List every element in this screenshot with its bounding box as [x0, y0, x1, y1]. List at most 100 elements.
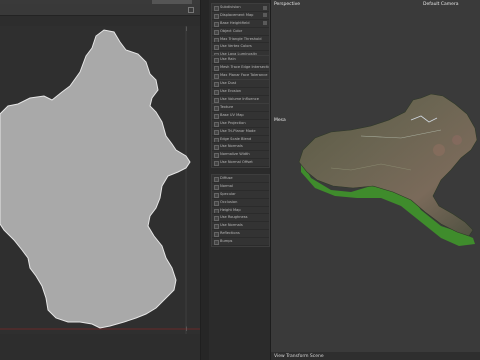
property-label: Use Tri-Planar Mode [220, 128, 256, 133]
property-label: Use Roughness [220, 215, 248, 220]
property-row[interactable]: Diffuse [212, 175, 269, 183]
property-row[interactable]: Occlusion [212, 199, 269, 207]
property-label: Occlusion [220, 199, 238, 204]
property-row[interactable]: Height Map [212, 207, 269, 215]
maximize-icon[interactable] [188, 7, 194, 13]
map-editor-header [0, 4, 200, 16]
property-row[interactable]: Normalize Width [212, 151, 269, 160]
checkbox-icon[interactable] [214, 184, 219, 190]
property-label: Diffuse [220, 176, 233, 180]
toggle-icon[interactable] [263, 13, 267, 18]
property-row[interactable]: Use Dust [212, 80, 269, 88]
region-shape[interactable] [0, 29, 191, 329]
property-row[interactable]: Use Normals [212, 222, 269, 231]
property-group-4: Texture Base UV Map Use Projection Use Tri-… [211, 103, 270, 169]
checkbox-icon[interactable] [214, 106, 219, 111]
property-label: Height Map [220, 207, 241, 212]
property-row[interactable]: Use Roughness [212, 214, 269, 223]
property-label: Texture [220, 105, 234, 109]
property-label: Base UV Map [220, 112, 244, 117]
property-row[interactable]: Edge Scale Blend [212, 136, 269, 144]
property-group-5: Diffuse Normal Specular Occlusion Height Map… [211, 174, 270, 248]
property-row[interactable]: Use Vertex Colors [212, 43, 269, 52]
property-label: Mesh Trace Edge Intersections [220, 64, 269, 69]
property-group-2: Use Rain Mesh Trace Edge Intersections Max… [211, 55, 270, 81]
checkbox-icon[interactable] [214, 58, 219, 63]
toggle-icon[interactable] [263, 21, 267, 26]
3d-viewport[interactable]: Perspective Default Camera Mesa View Tra… [271, 0, 480, 360]
ruler-marker-bottom: | [186, 326, 187, 331]
property-row[interactable]: Use Normal Offset [212, 159, 269, 168]
checkbox-icon[interactable] [214, 113, 219, 119]
property-row[interactable]: Displacement Map [212, 12, 269, 20]
checkbox-icon[interactable] [214, 177, 219, 182]
map-canvas[interactable]: | | [0, 26, 200, 334]
property-label: Object Color [220, 28, 243, 33]
checkbox-icon[interactable] [214, 45, 219, 51]
checkbox-icon[interactable] [214, 232, 219, 238]
checkbox-icon[interactable] [214, 224, 219, 230]
property-row[interactable]: Texture [212, 104, 269, 112]
checkbox-icon[interactable] [214, 82, 219, 87]
property-row[interactable]: Reflections [212, 230, 269, 239]
property-label: Use Normals [220, 223, 243, 228]
checkbox-icon[interactable] [214, 89, 219, 95]
property-label: Bumps [220, 239, 233, 244]
property-label: Use Vertex Colors [220, 44, 252, 49]
checkbox-icon[interactable] [214, 65, 219, 71]
property-row[interactable]: Max Triangle Threshold [212, 36, 269, 44]
checkbox-icon[interactable] [214, 21, 219, 27]
property-label: Use Rain [220, 57, 236, 61]
property-label: Use Volume Influence [220, 96, 259, 101]
property-label: Reflections [220, 231, 240, 236]
property-row[interactable]: Use Normals [212, 143, 269, 152]
ruler-marker-top: | [186, 26, 187, 31]
camera-selector[interactable]: Default Camera [423, 2, 459, 7]
property-row[interactable]: Base UV Map [212, 112, 269, 120]
checkbox-icon[interactable] [214, 153, 219, 159]
checkbox-icon[interactable] [214, 13, 219, 19]
property-label: Max Planar Face Tolerance [220, 72, 268, 77]
property-row[interactable]: Use Projection [212, 120, 269, 128]
property-group-3: Use Dust Use Erosion Use Volume Influence [211, 79, 270, 105]
property-row[interactable]: Mesh Trace Edge Intersections [212, 64, 269, 72]
checkbox-icon[interactable] [214, 161, 219, 167]
property-row[interactable]: Use Rain [212, 56, 269, 64]
property-row[interactable]: Bumps [212, 238, 269, 247]
status-text: View Transform Scene [274, 353, 324, 359]
checkbox-icon[interactable] [214, 37, 219, 43]
object-label: Mesa [274, 118, 286, 123]
checkbox-icon[interactable] [214, 240, 219, 246]
checkbox-icon[interactable] [214, 6, 219, 11]
viewport-title[interactable]: Perspective [274, 2, 300, 7]
checkbox-icon[interactable] [214, 137, 219, 143]
property-label: Specular [220, 191, 236, 196]
property-label: Max Triangle Threshold [220, 36, 262, 41]
property-label: Displacement Map [220, 12, 254, 17]
property-row[interactable]: Object Color [212, 28, 269, 36]
properties-panel: Subdivision Displacement Map Base Heightfi… [209, 0, 271, 360]
property-row[interactable]: Use Tri-Planar Mode [212, 128, 269, 136]
property-row[interactable]: Base Heightfield [212, 20, 269, 28]
property-label: Use Projection [220, 120, 246, 125]
toggle-icon[interactable] [263, 5, 267, 10]
map-editor-panel: | | [0, 4, 200, 360]
property-row[interactable]: Specular [212, 191, 269, 199]
checkbox-icon[interactable] [214, 192, 219, 198]
checkbox-icon[interactable] [214, 200, 219, 206]
property-label: Use Normals [220, 144, 243, 149]
property-label: Edge Scale Blend [220, 136, 252, 141]
checkbox-icon[interactable] [214, 208, 219, 214]
terrain-mesh[interactable] [298, 93, 478, 237]
checkbox-icon[interactable] [214, 216, 219, 222]
viewport-status-bar: View Transform Scene [271, 352, 480, 360]
checkbox-icon[interactable] [214, 129, 219, 135]
checkbox-icon[interactable] [214, 121, 219, 127]
property-label: Use Erosion [220, 88, 242, 93]
property-label: Subdivision [220, 5, 241, 9]
property-row[interactable]: Use Erosion [212, 88, 269, 96]
checkbox-icon[interactable] [214, 29, 219, 35]
checkbox-icon[interactable] [214, 145, 219, 151]
property-row[interactable]: Subdivision [212, 4, 269, 12]
property-row[interactable]: Normal [212, 183, 269, 191]
